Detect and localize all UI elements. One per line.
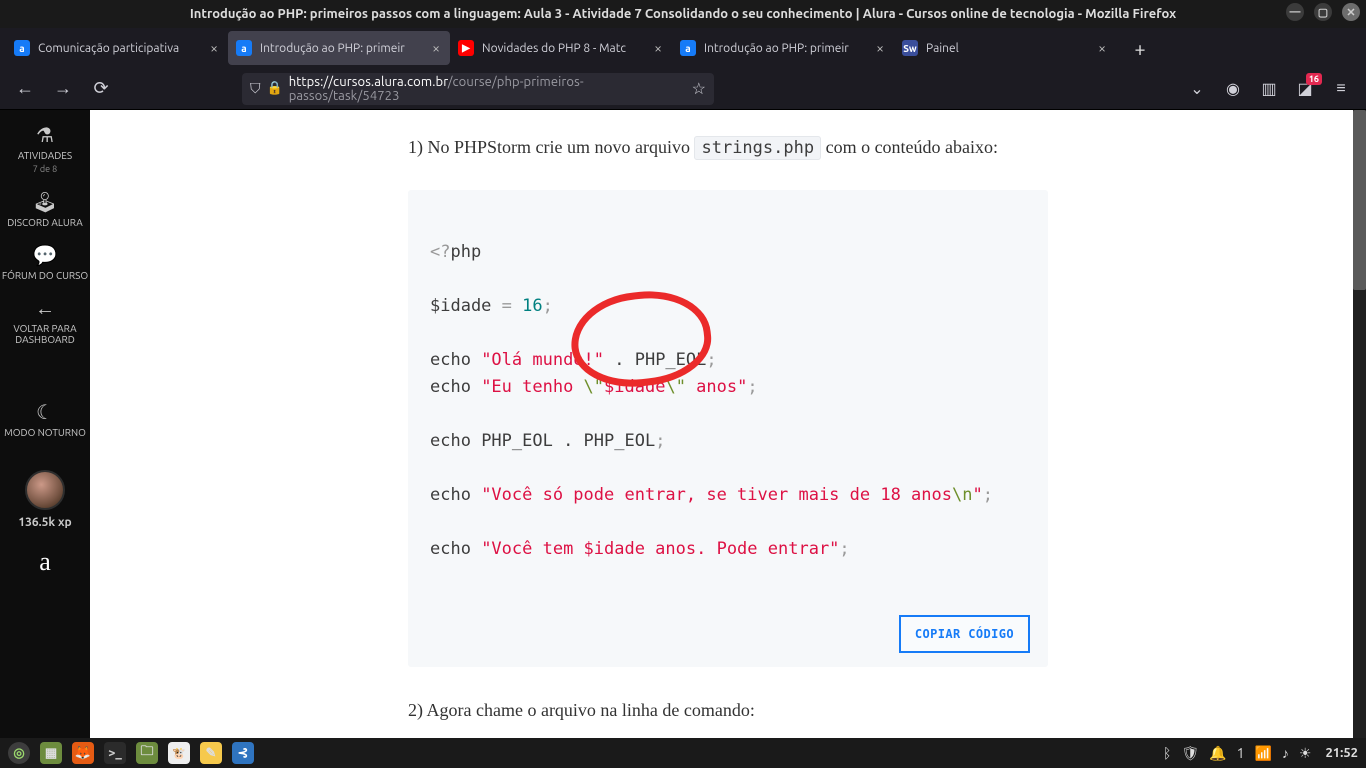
tab-title: Novidades do PHP 8 - Matc	[482, 42, 644, 55]
sidebar-item-sub: 7 de 8	[33, 165, 58, 175]
scrollbar-thumb[interactable]	[1353, 110, 1366, 290]
tracking-shield-icon[interactable]: ⛉	[250, 80, 261, 97]
window-maximize-icon[interactable]: ▢	[1314, 3, 1332, 21]
sidebar-item-discord[interactable]: 🕹 DISCORD ALURA	[7, 191, 83, 228]
discord-icon: 🕹	[32, 191, 57, 213]
os-titlebar: Introdução ao PHP: primeiros passos com …	[0, 0, 1366, 28]
new-tab-button[interactable]: +	[1124, 32, 1156, 64]
avatar[interactable]	[25, 470, 65, 510]
forward-button[interactable]: →	[48, 74, 78, 104]
forum-icon: 💬	[33, 244, 58, 266]
favicon-alura-icon: a	[236, 40, 252, 56]
wifi-icon[interactable]: 📶	[1254, 745, 1271, 762]
back-arrow-icon: ←	[35, 297, 55, 319]
library-icon[interactable]: ▥	[1258, 79, 1280, 98]
browser-viewport: ⚗ ATIVIDADES 7 de 8 🕹 DISCORD ALURA 💬 FÓ…	[0, 110, 1366, 738]
flask-icon: ⚗	[36, 124, 54, 146]
inline-code: strings.php	[694, 136, 821, 160]
alura-sidebar: ⚗ ATIVIDADES 7 de 8 🕹 DISCORD ALURA 💬 FÓ…	[0, 110, 90, 738]
url-text: https://cursos.alura.com.br/course/php-p…	[289, 75, 686, 103]
clock[interactable]: 21:52	[1325, 746, 1358, 760]
back-button[interactable]: ←	[10, 74, 40, 104]
sidebar-item-night[interactable]: ☾ MODO NOTURNO	[4, 401, 86, 438]
tab-close-icon[interactable]: ×	[208, 40, 220, 56]
folder-icon[interactable]: 🗀	[136, 742, 158, 764]
moon-icon: ☾	[36, 401, 54, 423]
sidebar-item-atividades[interactable]: ⚗ ATIVIDADES 7 de 8	[18, 124, 72, 175]
account-icon[interactable]: ◉	[1222, 79, 1244, 98]
bookmark-star-icon[interactable]: ☆	[692, 79, 706, 98]
xp-counter: 136.5k xp	[18, 516, 71, 529]
sidebar-item-label: FÓRUM DO CURSO	[2, 270, 88, 281]
brightness-icon[interactable]: ☀	[1299, 745, 1312, 762]
tab-close-icon[interactable]: ×	[430, 40, 442, 56]
menu-icon[interactable]: ≡	[1330, 79, 1352, 98]
tab-close-icon[interactable]: ×	[874, 40, 886, 56]
tab-0[interactable]: a Comunicação participativa ×	[6, 31, 228, 65]
window-close-icon[interactable]: ✕	[1342, 3, 1360, 21]
favicon-youtube-icon: ▶	[458, 40, 474, 56]
tab-close-icon[interactable]: ×	[652, 40, 664, 56]
tab-4[interactable]: Sw Painel ×	[894, 31, 1116, 65]
vscode-icon[interactable]: ⊰	[232, 742, 254, 764]
scrollbar[interactable]	[1353, 110, 1366, 738]
sidebar-item-label: VOLTAR PARA DASHBOARD	[0, 323, 90, 345]
cow-icon[interactable]: 🐮	[168, 742, 190, 764]
terminal-icon[interactable]: >_	[104, 742, 126, 764]
favicon-alura-icon: a	[680, 40, 696, 56]
tab-2[interactable]: ▶ Novidades do PHP 8 - Matc ×	[450, 31, 672, 65]
tab-1[interactable]: a Introdução ao PHP: primeir ×	[228, 31, 450, 65]
copy-code-button[interactable]: COPIAR CÓDIGO	[899, 615, 1030, 653]
reload-button[interactable]: ⟳	[86, 74, 116, 104]
tab-title: Introdução ao PHP: primeir	[704, 42, 866, 55]
tab-3[interactable]: a Introdução ao PHP: primeir ×	[672, 31, 894, 65]
os-taskbar: ◎ ▦ 🦊 >_ 🗀 🐮 ✎ ⊰ ᛒ 🛡 🔔 1 📶 ♪ ☀ 21:52	[0, 738, 1366, 768]
mint-menu-icon[interactable]: ◎	[8, 742, 30, 764]
notes-icon[interactable]: ✎	[200, 742, 222, 764]
favicon-generic-icon: Sw	[902, 40, 918, 56]
sidebar-item-label: MODO NOTURNO	[4, 427, 86, 438]
sidebar-item-label: ATIVIDADES	[18, 150, 72, 161]
shield-icon[interactable]: 🛡	[1181, 745, 1199, 762]
tab-title: Introdução ao PHP: primeir	[260, 42, 422, 55]
lock-icon[interactable]: 🔒	[267, 81, 283, 96]
browser-tabbar: a Comunicação participativa × a Introduç…	[0, 28, 1366, 68]
alura-logo[interactable]: a	[39, 547, 51, 577]
wifi-label: 1	[1237, 745, 1245, 761]
tab-title: Painel	[926, 42, 1088, 55]
url-bar[interactable]: ⛉ 🔒 https://cursos.alura.com.br/course/p…	[242, 73, 714, 105]
pocket-icon[interactable]: ⌄	[1186, 79, 1208, 98]
extension-badge: 16	[1306, 73, 1322, 85]
favicon-alura-icon: a	[14, 40, 30, 56]
window-title: Introdução ao PHP: primeiros passos com …	[190, 7, 1176, 21]
code-block-1: <?php $idade = 16; echo "Olá mundo!" . P…	[408, 190, 1048, 667]
sidebar-item-dashboard[interactable]: ← VOLTAR PARA DASHBOARD	[0, 297, 90, 345]
extension-icon[interactable]: ◪16	[1294, 79, 1316, 98]
browser-navbar: ← → ⟳ ⛉ 🔒 https://cursos.alura.com.br/co…	[0, 68, 1366, 110]
page-content: 1) No PHPStorm crie um novo arquivo stri…	[90, 110, 1366, 738]
tab-title: Comunicação participativa	[38, 42, 200, 55]
tab-close-icon[interactable]: ×	[1096, 40, 1108, 56]
sound-icon[interactable]: ♪	[1282, 745, 1289, 761]
notification-icon[interactable]: 🔔	[1209, 745, 1226, 762]
bluetooth-icon[interactable]: ᛒ	[1163, 745, 1171, 761]
step2-text: 2) Agora chame o arquivo na linha de com…	[408, 697, 1048, 725]
step1-text: 1) No PHPStorm crie um novo arquivo stri…	[408, 134, 1048, 162]
firefox-icon[interactable]: 🦊	[72, 742, 94, 764]
sidebar-item-label: DISCORD ALURA	[7, 217, 83, 228]
files-icon[interactable]: ▦	[40, 742, 62, 764]
sidebar-item-forum[interactable]: 💬 FÓRUM DO CURSO	[2, 244, 88, 281]
window-minimize-icon[interactable]: —	[1286, 3, 1304, 21]
